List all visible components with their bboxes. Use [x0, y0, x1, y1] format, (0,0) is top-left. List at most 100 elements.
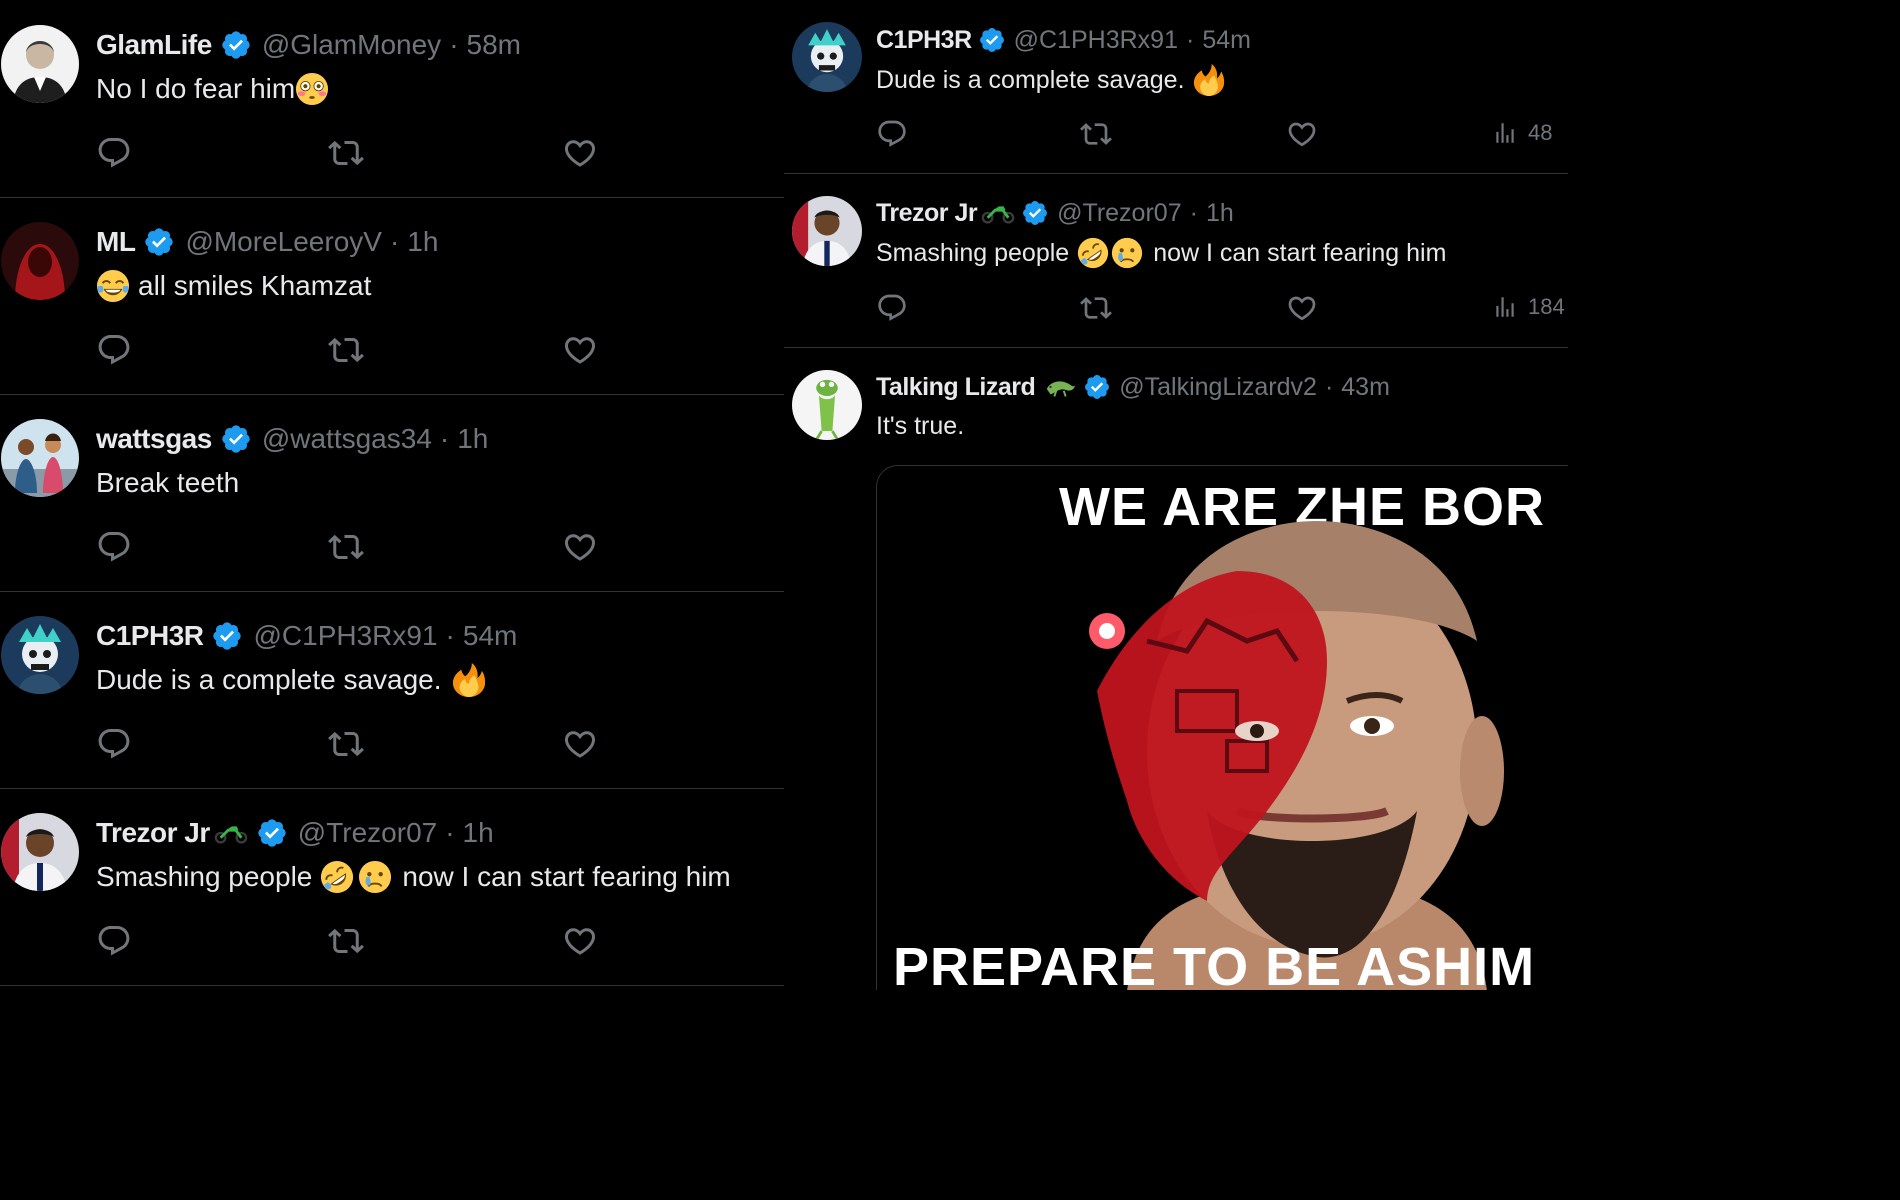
reply-icon[interactable] [96, 529, 132, 565]
tweet-media-image[interactable]: WE ARE ZHE BOR PREPARE TO BE ASHIM [876, 465, 1568, 990]
tweet-card[interactable]: ML @MoreLeeroyV · 1h all smiles Khamzat [0, 198, 784, 394]
user-handle[interactable]: @C1PH3Rx91 [253, 619, 437, 653]
reply-icon[interactable] [876, 118, 908, 150]
avatar[interactable] [1, 222, 79, 300]
timestamp[interactable]: 1h [463, 816, 494, 850]
tweet-actions [96, 726, 656, 762]
like-icon[interactable] [562, 923, 598, 959]
avatar[interactable] [792, 22, 862, 92]
reply-icon[interactable] [96, 923, 132, 959]
tweet-text: Smashing people now I can start fearing … [876, 237, 1446, 269]
tweet-text-content: all smiles Khamzat [138, 270, 372, 301]
views-icon [1492, 294, 1518, 320]
like-icon[interactable] [562, 529, 598, 565]
timestamp[interactable]: 43m [1341, 372, 1390, 402]
tweet-text: all smiles Khamzat [96, 269, 371, 303]
verified-badge-icon [1021, 199, 1049, 227]
tweet-card[interactable]: C1PH3R @C1PH3Rx91 · 54m Dude is a comple… [0, 592, 784, 788]
user-handle[interactable]: @Trezor07 [1057, 198, 1182, 228]
tweet-actions [96, 529, 656, 565]
retweet-icon[interactable] [328, 135, 364, 171]
views-count[interactable]: 48 [1492, 120, 1552, 146]
left-reply-column: GlamLife @GlamMoney · 58m No I do fear h… [0, 0, 784, 990]
display-name[interactable]: GlamLife [96, 28, 212, 62]
tweet-header: Talking Lizard @TalkingLizardv2 · 43m [876, 372, 1390, 402]
tweet-actions: 184 [876, 292, 1566, 328]
crying-face-emoji [358, 860, 392, 894]
right-reply-column: C1PH3R @C1PH3Rx91 · 54m Dude is a comple… [784, 0, 1568, 990]
verified-badge-icon [1083, 373, 1111, 401]
reply-icon[interactable] [96, 135, 132, 171]
reply-icon[interactable] [876, 292, 908, 324]
views-label: 184 [1528, 294, 1565, 319]
like-icon[interactable] [562, 726, 598, 762]
rolling-laughing-emoji [1077, 237, 1109, 269]
tweet-card[interactable]: GlamLife @GlamMoney · 58m No I do fear h… [0, 0, 784, 197]
user-handle[interactable]: @C1PH3Rx91 [1014, 25, 1178, 55]
crying-face-emoji [1111, 237, 1143, 269]
tweet-header: wattsgas @wattsgas34 · 1h [96, 422, 488, 456]
avatar[interactable] [1, 25, 79, 103]
avatar[interactable] [792, 196, 862, 266]
display-name[interactable]: C1PH3R [876, 25, 972, 55]
like-icon[interactable] [562, 135, 598, 171]
display-name[interactable]: Trezor Jr [876, 198, 978, 228]
display-name[interactable]: Talking Lizard [876, 372, 1036, 402]
tweet-actions [96, 135, 656, 171]
retweet-icon[interactable] [1080, 292, 1112, 324]
verified-badge-icon [256, 817, 288, 849]
tweet-text: Smashing people now I can start fearing … [96, 860, 731, 894]
user-handle[interactable]: @Trezor07 [298, 816, 437, 850]
tweet-text-content: Smashing people [876, 239, 1070, 267]
display-name[interactable]: C1PH3R [96, 619, 204, 653]
tweet-text-content: Smashing people [96, 861, 313, 892]
timestamp[interactable]: 54m [1202, 25, 1251, 55]
like-icon[interactable] [1286, 118, 1318, 150]
user-handle[interactable]: @MoreLeeroyV [185, 225, 382, 259]
retweet-icon[interactable] [328, 529, 364, 565]
display-name[interactable]: ML [96, 225, 136, 259]
avatar[interactable] [1, 616, 79, 694]
reply-icon[interactable] [96, 726, 132, 762]
lizard-icon [1043, 375, 1077, 399]
separator-dot: · [389, 226, 400, 257]
display-name[interactable]: wattsgas [96, 422, 212, 456]
views-label: 48 [1528, 120, 1553, 145]
timestamp[interactable]: 1h [407, 225, 438, 259]
tweet-card[interactable]: Trezor Jr @Trezor07 · 1h Smashing people… [0, 789, 784, 990]
user-handle[interactable]: @wattsgas34 [262, 422, 432, 456]
timestamp[interactable]: 58m [467, 28, 521, 62]
avatar[interactable] [1, 419, 79, 497]
tweet-card[interactable]: C1PH3R @C1PH3Rx91 · 54m Dude is a comple… [784, 0, 1568, 173]
timestamp[interactable]: 1h [1206, 198, 1234, 228]
rolling-laughing-emoji [320, 860, 354, 894]
timestamp[interactable]: 1h [457, 422, 488, 456]
separator-dot: · [1324, 373, 1334, 401]
retweet-icon[interactable] [328, 332, 364, 368]
avatar[interactable] [1, 813, 79, 891]
separator-dot: · [1189, 199, 1198, 227]
like-icon[interactable] [562, 332, 598, 368]
retweet-icon[interactable] [1080, 118, 1112, 150]
tweet-card[interactable]: Trezor Jr @Trezor07 · 1h Smashing people… [784, 174, 1568, 347]
verified-badge-icon [143, 226, 175, 258]
tweet-text: Dude is a complete savage. [96, 663, 486, 697]
avatar[interactable] [792, 370, 862, 440]
retweet-icon[interactable] [328, 726, 364, 762]
retweet-icon[interactable] [328, 923, 364, 959]
timestamp[interactable]: 54m [463, 619, 517, 653]
verified-badge-icon [220, 29, 252, 61]
tweet-actions [96, 332, 656, 368]
display-name[interactable]: Trezor Jr [96, 816, 210, 850]
like-icon[interactable] [1286, 292, 1318, 324]
tweet-header: GlamLife @GlamMoney · 58m [96, 28, 521, 62]
views-icon [1492, 120, 1518, 146]
views-count[interactable]: 184 [1492, 294, 1565, 320]
user-handle[interactable]: @TalkingLizardv2 [1119, 372, 1317, 402]
divider [0, 985, 784, 986]
tweet-header: C1PH3R @C1PH3Rx91 · 54m [96, 619, 517, 653]
tweet-text-content: now I can start fearing him [1153, 239, 1447, 267]
tweet-card[interactable]: wattsgas @wattsgas34 · 1h Break teeth [0, 395, 784, 591]
user-handle[interactable]: @GlamMoney [262, 28, 441, 62]
reply-icon[interactable] [96, 332, 132, 368]
